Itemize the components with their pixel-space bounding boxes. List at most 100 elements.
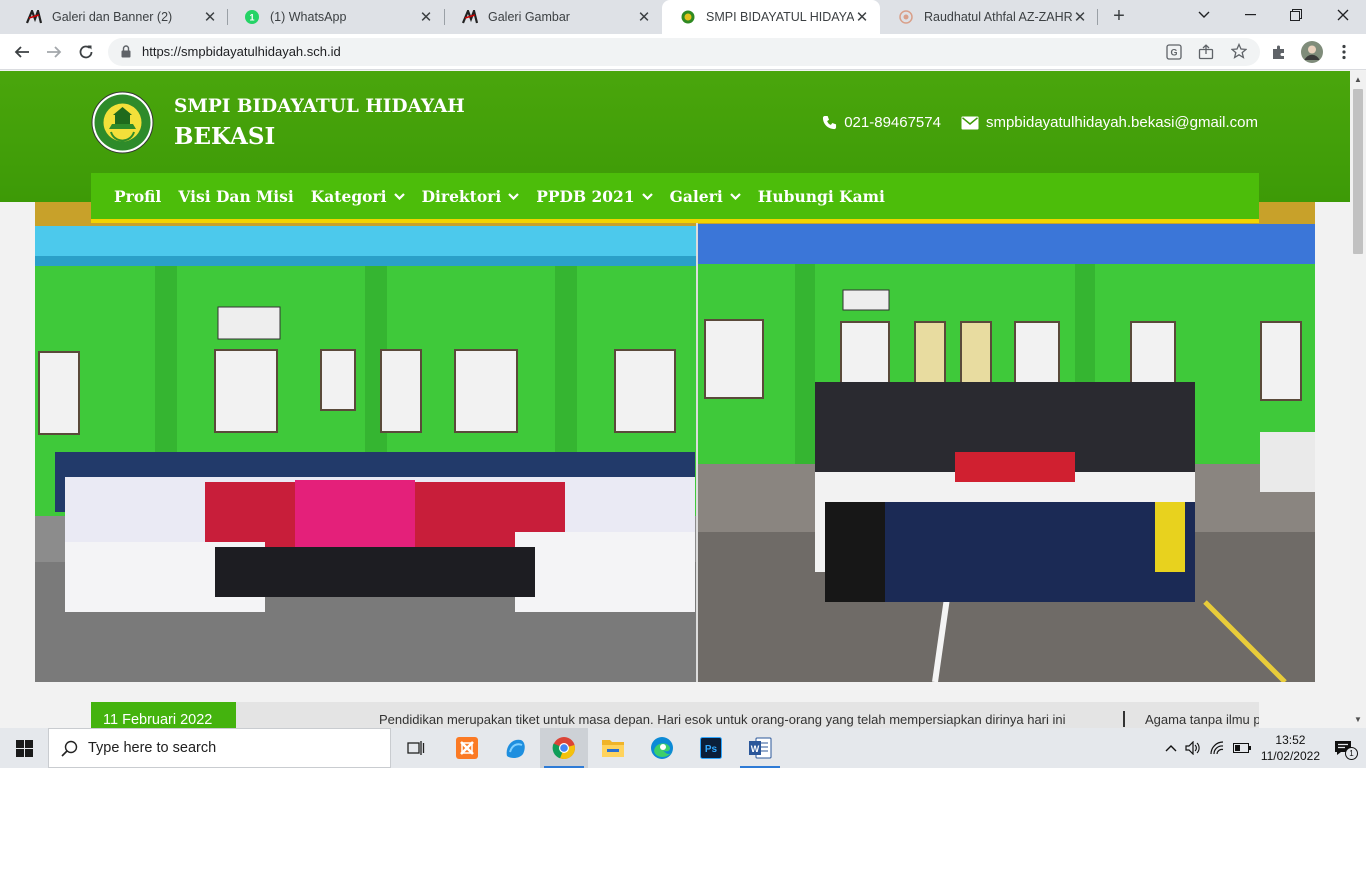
battery-icon[interactable] — [1232, 743, 1251, 753]
browser-tab-strip: Galeri dan Banner (2) ✕ 1 (1) WhatsApp ✕… — [0, 0, 1366, 34]
nav-ppdb[interactable]: PPDB 2021 — [536, 187, 653, 206]
hero-photo-banner — [35, 202, 1315, 682]
translate-icon[interactable]: G — [1166, 44, 1182, 65]
chevron-up-icon[interactable] — [1165, 744, 1177, 752]
notification-count: 1 — [1345, 747, 1358, 760]
nav-label: Visi Dan Misi — [178, 186, 294, 206]
taskbar-search-box[interactable]: Type here to search — [48, 728, 391, 768]
chevron-down-icon — [641, 192, 653, 200]
screen: Galeri dan Banner (2) ✕ 1 (1) WhatsApp ✕… — [0, 0, 1366, 768]
url-text: https://smpbidayatulhidayah.sch.id — [142, 44, 341, 59]
phone-number[interactable]: 021-89467574 — [844, 114, 941, 131]
svg-text:W: W — [751, 744, 760, 754]
nav-label: Hubungi Kami — [757, 186, 885, 206]
web-page: SMPI BIDAYATUL HIDAYAH BEKASI 021-894675… — [0, 71, 1350, 728]
browser-tab[interactable]: 1 (1) WhatsApp ✕ — [226, 0, 444, 34]
close-tab-icon[interactable]: ✕ — [418, 8, 434, 26]
site-logo-icon — [462, 9, 478, 25]
nav-kategori[interactable]: Kategori — [311, 187, 405, 206]
windows-taskbar: Type here to search Ps W 13:52 11/02/202… — [0, 728, 1366, 768]
forward-arrow-icon[interactable] — [40, 38, 68, 66]
scroll-down-icon[interactable]: ▼ — [1354, 715, 1362, 724]
windows-start-icon[interactable] — [0, 728, 48, 768]
school-emblem-icon — [680, 9, 696, 25]
file-explorer-icon[interactable] — [589, 728, 637, 768]
tab-title: Galeri dan Banner (2) — [52, 10, 173, 24]
nav-visi-misi[interactable]: Visi Dan Misi — [178, 187, 293, 206]
nav-hubungi-kami[interactable]: Hubungi Kami — [758, 187, 885, 206]
nav-direktori[interactable]: Direktori — [422, 187, 520, 206]
photoshop-icon[interactable]: Ps — [687, 728, 735, 768]
taskbar-clock[interactable]: 13:52 11/02/2022 — [1261, 732, 1320, 764]
header-contact: 021-89467574 smpbidayatulhidayah.bekasi@… — [822, 114, 1258, 131]
restore-button[interactable] — [1273, 0, 1319, 30]
volume-icon[interactable] — [1185, 741, 1201, 755]
chevron-down-icon — [393, 192, 405, 200]
scroll-up-icon[interactable]: ▲ — [1354, 75, 1362, 84]
site-logo-icon — [26, 9, 42, 25]
browser-tab[interactable]: Raudhatul Athfal AZ-ZAHRA ✕ — [880, 0, 1098, 34]
main-navigation: Profil Visi Dan Misi Kategori Direktori … — [91, 173, 1259, 223]
nav-label: Direktori — [421, 186, 502, 206]
bookmark-star-icon[interactable] — [1230, 42, 1248, 64]
notification-center-icon[interactable]: 1 — [1334, 740, 1358, 760]
browser-tab-active[interactable]: SMPI BIDAYATUL HIDAYAH BEKASI ✕ — [662, 0, 880, 34]
close-tab-icon[interactable]: ✕ — [1072, 8, 1088, 26]
school-logo[interactable] — [91, 91, 154, 154]
tab-title: (1) WhatsApp — [270, 10, 347, 24]
svg-text:G: G — [1170, 48, 1177, 58]
nav-label: Galeri — [669, 186, 723, 206]
nav-profil[interactable]: Profil — [114, 187, 161, 206]
tab-search-icon[interactable] — [1181, 0, 1227, 30]
phone-icon — [822, 115, 837, 130]
chevron-down-icon — [729, 192, 741, 200]
group-photos-image — [35, 202, 1315, 682]
address-bar[interactable]: https://smpbidayatulhidayah.sch.id G — [108, 38, 1260, 66]
extensions-icon[interactable] — [1265, 38, 1293, 66]
task-view-icon[interactable] — [392, 728, 440, 768]
browser-tab[interactable]: Galeri Gambar ✕ — [444, 0, 662, 34]
ticker-quote[interactable]: Pendidikan merupakan tiket untuk masa de… — [379, 712, 1066, 727]
browser-menu-icon[interactable] — [1330, 38, 1358, 66]
back-arrow-icon[interactable] — [8, 38, 36, 66]
close-window-button[interactable] — [1320, 0, 1366, 30]
nav-galeri[interactable]: Galeri — [670, 187, 741, 206]
edge-icon[interactable] — [638, 728, 686, 768]
news-ticker: 11 Februari 2022 Pendidikan merupakan ti… — [91, 702, 1259, 728]
site-subtitle[interactable]: BEKASI — [174, 123, 275, 150]
active-indicator — [740, 766, 780, 768]
clock-date: 11/02/2022 — [1260, 749, 1320, 763]
share-icon[interactable] — [1198, 44, 1214, 65]
page-scrollbar[interactable]: ▲ ▼ — [1350, 71, 1366, 728]
xampp-icon[interactable] — [443, 728, 491, 768]
site-title[interactable]: SMPI BIDAYATUL HIDAYAH — [174, 96, 465, 117]
system-tray: 13:52 11/02/2022 1 — [1165, 728, 1366, 768]
search-icon — [61, 740, 78, 757]
close-tab-icon[interactable]: ✕ — [202, 8, 218, 26]
tab-divider — [1097, 9, 1098, 25]
lock-icon[interactable] — [121, 45, 131, 63]
nav-label: Profil — [114, 186, 162, 206]
browser-toolbar: https://smpbidayatulhidayah.sch.id G — [0, 34, 1366, 70]
svg-text:1: 1 — [249, 13, 254, 23]
app-blue-icon[interactable] — [491, 728, 539, 768]
ticker-quote-next[interactable]: Agama tanpa ilmu p — [1145, 712, 1259, 727]
scrollbar-thumb[interactable] — [1353, 89, 1363, 254]
chevron-down-icon — [508, 192, 520, 200]
close-tab-icon[interactable]: ✕ — [854, 8, 870, 26]
word-icon[interactable]: W — [736, 728, 784, 768]
nav-label: Kategori — [310, 186, 387, 206]
browser-tab[interactable]: Galeri dan Banner (2) ✕ — [8, 0, 228, 34]
chrome-icon[interactable] — [540, 728, 588, 768]
envelope-icon — [961, 116, 979, 130]
minimize-button[interactable] — [1227, 0, 1273, 30]
profile-avatar[interactable] — [1298, 38, 1326, 66]
tab-title: SMPI BIDAYATUL HIDAYAH BEKASI — [706, 10, 854, 24]
ticker-divider — [1123, 711, 1125, 727]
close-tab-icon[interactable]: ✕ — [636, 8, 652, 26]
school-emblem-icon — [898, 9, 914, 25]
wifi-icon[interactable] — [1209, 741, 1225, 755]
new-tab-button[interactable]: + — [1108, 5, 1130, 27]
email-address[interactable]: smpbidayatulhidayah.bekasi@gmail.com — [986, 114, 1258, 131]
reload-icon[interactable] — [72, 38, 100, 66]
